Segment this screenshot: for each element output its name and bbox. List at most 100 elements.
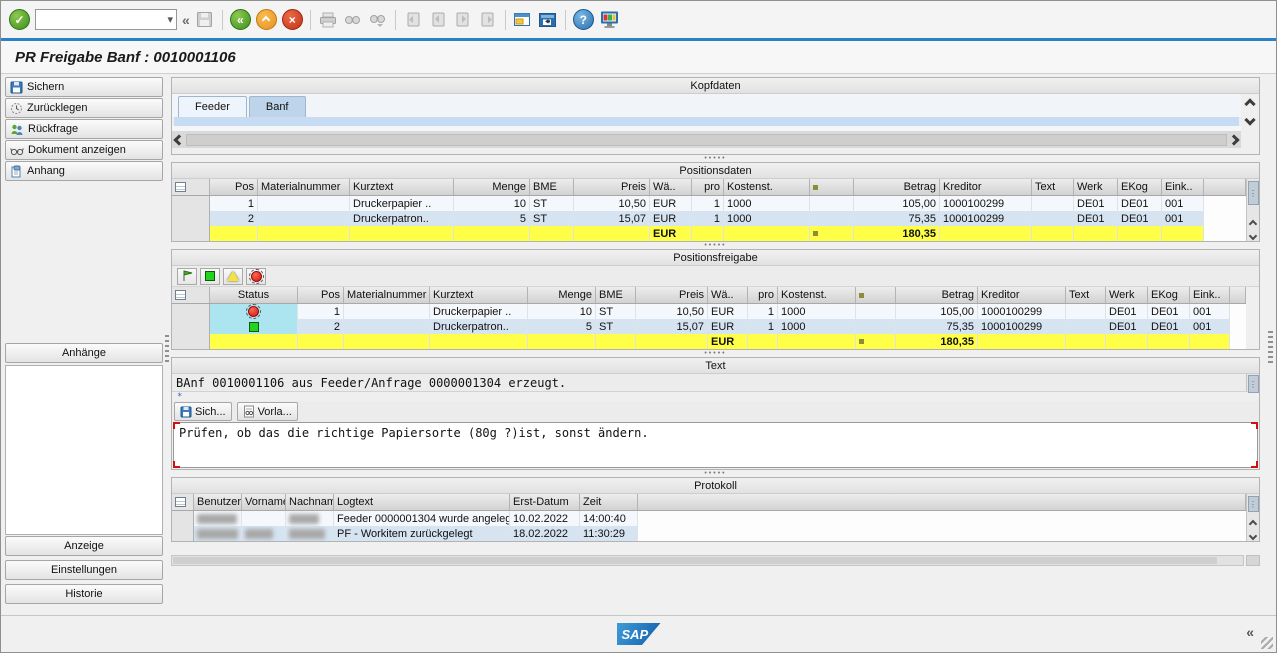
kopfdaten-vscroll[interactable] [1241, 94, 1259, 148]
scroll-down-icon[interactable] [1249, 532, 1257, 540]
col-menge[interactable]: Menge [454, 179, 530, 195]
table-config-button[interactable] [172, 494, 194, 510]
col-menge[interactable]: Menge [528, 287, 596, 303]
col-kreditor[interactable]: Kreditor [940, 179, 1032, 195]
table-row[interactable]: 1 Druckerpapier .. 10 ST 10,50 EUR 1 100… [172, 196, 1246, 211]
scroll-down-icon[interactable] [1244, 114, 1255, 125]
new-session-icon[interactable] [513, 10, 533, 30]
table-config-button[interactable] [172, 179, 210, 195]
scroll-down-icon[interactable] [1249, 232, 1257, 240]
splitter-grip-icon[interactable] [165, 335, 169, 363]
vscroll-thumb[interactable] [1248, 375, 1259, 393]
command-field[interactable]: ▾ [35, 9, 177, 30]
col-preis[interactable]: Preis [574, 179, 650, 195]
col-werk[interactable]: Werk [1074, 179, 1118, 195]
approve-button[interactable] [200, 268, 220, 285]
panel-splitter[interactable] [171, 242, 1260, 249]
tab-banf[interactable]: Banf [249, 96, 306, 117]
text-save-button[interactable]: Sich... [174, 402, 232, 421]
col-indicator[interactable] [856, 287, 896, 303]
exit-icon[interactable] [256, 9, 277, 30]
hscroll-thumb[interactable] [173, 557, 1217, 564]
kopfdaten-hscrollbar[interactable] [172, 131, 1241, 148]
collapse-toolbar-icon[interactable]: « [182, 12, 190, 28]
main-hscrollbar[interactable] [171, 554, 1260, 566]
help-icon[interactable]: ? [573, 9, 594, 30]
tab-feeder[interactable]: Feeder [178, 96, 247, 117]
sidebar-splitter[interactable] [163, 77, 171, 615]
back-icon[interactable]: « [230, 9, 251, 30]
col-pos[interactable]: Pos [298, 287, 344, 303]
col-kreditor[interactable]: Kreditor [978, 287, 1066, 303]
resize-grip-icon[interactable] [1261, 637, 1273, 649]
log-vscrollbar[interactable] [1246, 374, 1259, 391]
positionsdaten-vscrollbar[interactable] [1246, 179, 1259, 241]
table-settings-icon[interactable] [175, 182, 186, 192]
col-betrag[interactable]: Betrag [854, 179, 940, 195]
vscroll-thumb[interactable] [1248, 181, 1259, 205]
col-materialnummer[interactable]: Materialnummer [344, 287, 430, 303]
rueckfrage-button[interactable]: Rückfrage [5, 119, 163, 139]
hscroll-thumb[interactable] [186, 134, 1227, 146]
col-logtext[interactable]: Logtext [334, 494, 510, 510]
attachments-list-panel[interactable] [5, 365, 163, 535]
table-settings-icon[interactable] [175, 497, 186, 507]
col-benutzer[interactable]: Benutzer [194, 494, 242, 510]
zuruecklegen-button[interactable]: Zurücklegen [5, 98, 163, 118]
col-pos[interactable]: Pos [210, 179, 258, 195]
einstellungen-button[interactable]: Einstellungen [5, 560, 163, 580]
reject-button[interactable] [246, 268, 266, 285]
status-cell[interactable] [210, 319, 298, 334]
col-pro[interactable]: pro [748, 287, 778, 303]
warning-button[interactable] [223, 268, 243, 285]
right-splitter-grip-icon[interactable] [1268, 331, 1273, 365]
table-row[interactable]: Feeder 0000001304 wurde angelegt. 10.02.… [172, 511, 1246, 526]
status-cell[interactable] [210, 304, 298, 319]
collapse-statusbar-icon[interactable]: « [1246, 624, 1254, 640]
table-row[interactable]: 1 Druckerpapier .. 10 ST 10,50 EUR 1 100… [172, 304, 1246, 319]
col-nachname[interactable]: Nachname [286, 494, 334, 510]
col-eink[interactable]: Eink.. [1190, 287, 1230, 303]
table-row[interactable]: 2 Druckerpatron.. 5 ST 15,07 EUR 1 1000 … [172, 211, 1246, 226]
col-text[interactable]: Text [1032, 179, 1074, 195]
col-preis[interactable]: Preis [636, 287, 708, 303]
anhang-button[interactable]: Anhang [5, 161, 163, 181]
col-zeit[interactable]: Zeit [580, 494, 638, 510]
col-waehrung[interactable]: Wä.. [708, 287, 748, 303]
layout-menu-icon[interactable] [599, 10, 619, 30]
col-vorname[interactable]: Vorname [242, 494, 286, 510]
chevron-down-icon[interactable]: ▾ [167, 13, 173, 26]
col-ekog[interactable]: EKog [1118, 179, 1162, 195]
note-editor[interactable]: Prüfen, ob das die richtige Papiersorte … [173, 422, 1258, 468]
table-settings-icon[interactable] [175, 290, 186, 300]
col-kostenstelle[interactable]: Kostenst. [778, 287, 856, 303]
col-status[interactable]: Status [210, 287, 298, 303]
historie-button[interactable]: Historie [5, 584, 163, 604]
sichern-button[interactable]: Sichern [5, 77, 163, 97]
anzeige-button[interactable]: Anzeige [5, 536, 163, 556]
scroll-up-icon[interactable] [1244, 98, 1255, 109]
text-template-button[interactable]: Vorla... [237, 402, 298, 421]
scroll-right-icon[interactable] [1228, 134, 1239, 145]
release-flag-button[interactable] [177, 268, 197, 285]
col-werk[interactable]: Werk [1106, 287, 1148, 303]
cancel-icon[interactable]: × [282, 9, 303, 30]
col-kostenstelle[interactable]: Kostenst. [724, 179, 810, 195]
panel-splitter[interactable] [171, 350, 1260, 357]
enter-icon[interactable]: ✓ [9, 9, 30, 30]
col-pro[interactable]: pro [692, 179, 724, 195]
anhaenge-header-button[interactable]: Anhänge [5, 343, 163, 363]
hscroll-end-button[interactable] [1246, 555, 1260, 566]
scroll-left-icon[interactable] [173, 134, 184, 145]
protokoll-vscrollbar[interactable] [1246, 494, 1259, 541]
col-bme[interactable]: BME [596, 287, 636, 303]
col-kurztext[interactable]: Kurztext [430, 287, 528, 303]
panel-splitter[interactable] [171, 155, 1260, 162]
col-ekog[interactable]: EKog [1148, 287, 1190, 303]
col-kurztext[interactable]: Kurztext [350, 179, 454, 195]
dokument-anzeigen-button[interactable]: Dokument anzeigen [5, 140, 163, 160]
col-indicator[interactable] [810, 179, 854, 195]
col-bme[interactable]: BME [530, 179, 574, 195]
col-eink[interactable]: Eink.. [1162, 179, 1204, 195]
col-text[interactable]: Text [1066, 287, 1106, 303]
